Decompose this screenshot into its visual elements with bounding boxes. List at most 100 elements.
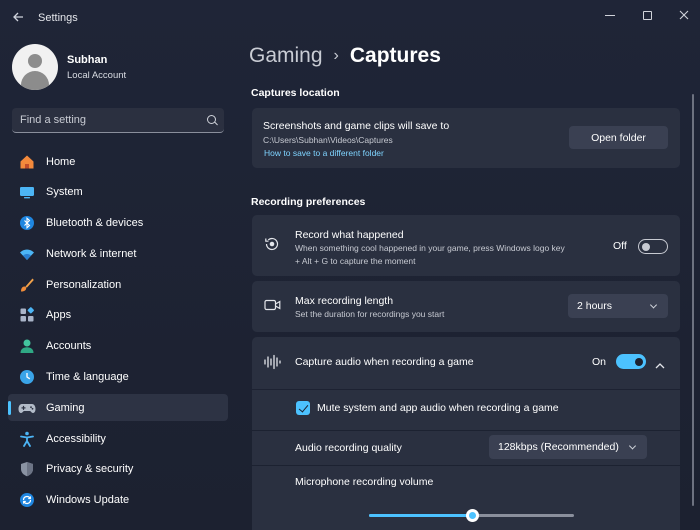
network-icon: [18, 245, 36, 263]
chevron-down-icon: [628, 442, 637, 450]
capture-audio-toggle-state: On: [592, 356, 607, 368]
sidebar-item-windows-update[interactable]: Windows Update: [8, 487, 228, 514]
gaming-icon: [18, 399, 36, 417]
record-what-happened-toggle[interactable]: [638, 239, 668, 254]
sidebar-item-label: Privacy & security: [46, 463, 134, 476]
maximize-icon: [642, 10, 652, 20]
slider-fill: [369, 514, 472, 517]
breadcrumb-parent[interactable]: Gaming: [249, 44, 323, 68]
max-recording-length-card: Max recording length Set the duration fo…: [252, 281, 680, 332]
account-type: Local Account: [67, 69, 127, 81]
max-recording-length-dropdown[interactable]: 2 hours: [568, 294, 668, 318]
privacy-icon: [18, 460, 36, 478]
mute-system-audio-row: Mute system and app audio when recording…: [252, 390, 680, 430]
system-icon: [18, 183, 36, 201]
page-title: Captures: [349, 44, 441, 67]
scrollbar[interactable]: [692, 94, 694, 506]
user-name: Subhan: [67, 53, 108, 66]
section-title-recording-preferences: Recording preferences: [251, 196, 366, 208]
search-input[interactable]: [20, 112, 200, 128]
captures-location-title: Screenshots and game clips will save to: [263, 120, 450, 132]
sidebar-item-label: Home: [46, 155, 76, 168]
search-box[interactable]: [12, 108, 224, 133]
user-profile[interactable]: Subhan Local Account: [12, 43, 126, 91]
sidebar-item-time-language[interactable]: Time & language: [8, 364, 228, 391]
capture-audio-title: Capture audio when recording a game: [295, 356, 474, 368]
sidebar-item-label: Apps: [46, 309, 72, 322]
audio-quality-label: Audio recording quality: [295, 442, 402, 454]
mute-system-audio-label: Mute system and app audio when recording…: [317, 402, 559, 414]
sidebar-item-apps[interactable]: Apps: [8, 302, 228, 329]
sidebar-item-bluetooth[interactable]: Bluetooth & devices: [8, 210, 228, 237]
record-what-happened-desc-2: + Alt + G to capture the moment: [295, 256, 416, 266]
settings-window: Settings Subhan Local Account Home Syste…: [0, 0, 700, 530]
captures-path: C:\Users\Subhan\Videos\Captures: [263, 135, 393, 145]
sidebar-item-label: Personalization: [46, 278, 122, 291]
captures-location-card: Screenshots and game clips will save to …: [252, 108, 680, 168]
dropdown-value: 2 hours: [577, 300, 613, 312]
minimize-button[interactable]: [592, 4, 628, 26]
audio-quality-dropdown[interactable]: 128kbps (Recommended): [489, 435, 647, 459]
sidebar-item-label: Bluetooth & devices: [46, 217, 144, 230]
close-button[interactable]: [666, 4, 700, 26]
microphone-volume-slider[interactable]: [369, 509, 574, 522]
title-bar: Settings: [0, 0, 700, 36]
windows-update-icon: [18, 491, 36, 509]
slider-thumb[interactable]: [466, 509, 479, 522]
sidebar-nav: Home System Bluetooth & devices Network …: [8, 148, 228, 518]
sidebar-item-privacy[interactable]: Privacy & security: [8, 456, 228, 483]
microphone-volume-row: Microphone recording volume: [252, 466, 680, 530]
microphone-volume-label: Microphone recording volume: [295, 476, 434, 488]
time-language-icon: [18, 368, 36, 386]
audio-quality-row: Audio recording quality 128kbps (Recomme…: [252, 431, 680, 465]
accessibility-icon: [18, 430, 36, 448]
audio-waveform-icon: [263, 354, 281, 375]
sidebar-item-label: Network & internet: [46, 247, 137, 260]
breadcrumb-separator: ›: [333, 47, 339, 64]
avatar: [12, 44, 58, 90]
sidebar-item-label: Windows Update: [46, 494, 130, 507]
record-what-happened-title: Record what happened: [295, 229, 404, 241]
max-recording-length-title: Max recording length: [295, 295, 394, 307]
sidebar-item-label: System: [46, 186, 83, 199]
chevron-down-icon: [649, 301, 658, 309]
sidebar-item-label: Accounts: [46, 340, 92, 353]
record-what-happened-card: Record what happened When something cool…: [252, 215, 680, 276]
accounts-icon: [18, 337, 36, 355]
section-title-captures-location: Captures location: [251, 87, 340, 99]
apps-icon: [18, 306, 36, 324]
search-icon[interactable]: [207, 115, 216, 124]
video-camera-icon: [264, 298, 281, 317]
sidebar-item-label: Accessibility: [46, 432, 106, 445]
mute-system-audio-checkbox[interactable]: [296, 401, 310, 415]
max-recording-length-desc: Set the duration for recordings you star…: [295, 309, 445, 319]
home-icon: [18, 153, 36, 171]
change-folder-link[interactable]: How to save to a different folder: [264, 148, 384, 158]
back-button[interactable]: [8, 8, 28, 28]
sidebar-item-accounts[interactable]: Accounts: [8, 333, 228, 360]
breadcrumb: Gaming › Captures: [249, 44, 441, 68]
back-arrow-icon: [13, 12, 23, 22]
sidebar-item-gaming[interactable]: Gaming: [8, 394, 228, 422]
close-icon: [679, 10, 689, 20]
bluetooth-icon: [18, 214, 36, 232]
sidebar-item-network[interactable]: Network & internet: [8, 240, 228, 267]
minimize-icon: [605, 14, 615, 16]
chevron-up-icon[interactable]: [655, 357, 665, 375]
maximize-button[interactable]: [629, 4, 665, 26]
app-title: Settings: [38, 12, 78, 24]
open-folder-button[interactable]: Open folder: [569, 126, 668, 149]
sidebar-item-label: Gaming: [46, 401, 85, 414]
record-history-icon: [264, 236, 280, 257]
personalization-icon: [18, 276, 36, 294]
capture-audio-toggle[interactable]: [616, 354, 646, 369]
sidebar-item-personalization[interactable]: Personalization: [8, 271, 228, 298]
sidebar-item-system[interactable]: System: [8, 179, 228, 206]
record-what-happened-desc-1: When something cool happened in your gam…: [295, 243, 565, 253]
capture-audio-card[interactable]: Capture audio when recording a game On: [252, 337, 680, 389]
sidebar-item-accessibility[interactable]: Accessibility: [8, 425, 228, 452]
dropdown-value: 128kbps (Recommended): [498, 441, 619, 453]
sidebar-item-label: Time & language: [46, 371, 129, 384]
record-toggle-state: Off: [613, 240, 627, 252]
sidebar-item-home[interactable]: Home: [8, 148, 228, 175]
